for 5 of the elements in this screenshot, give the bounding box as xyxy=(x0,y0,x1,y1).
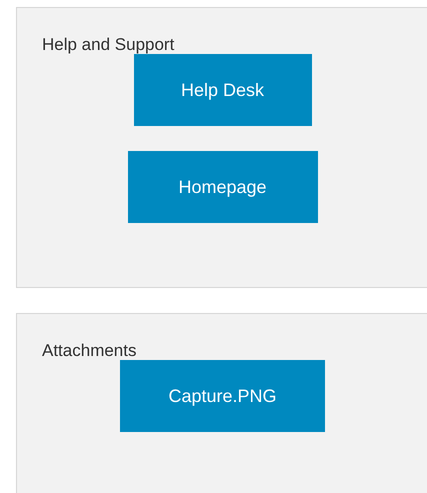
link-button[interactable]: Homepage xyxy=(128,151,318,223)
panel-title: Help and Support xyxy=(42,34,174,56)
link-button[interactable]: Capture.PNG xyxy=(120,360,325,432)
link-button[interactable]: Help Desk xyxy=(134,54,312,126)
panel-title: Attachments xyxy=(42,340,136,362)
